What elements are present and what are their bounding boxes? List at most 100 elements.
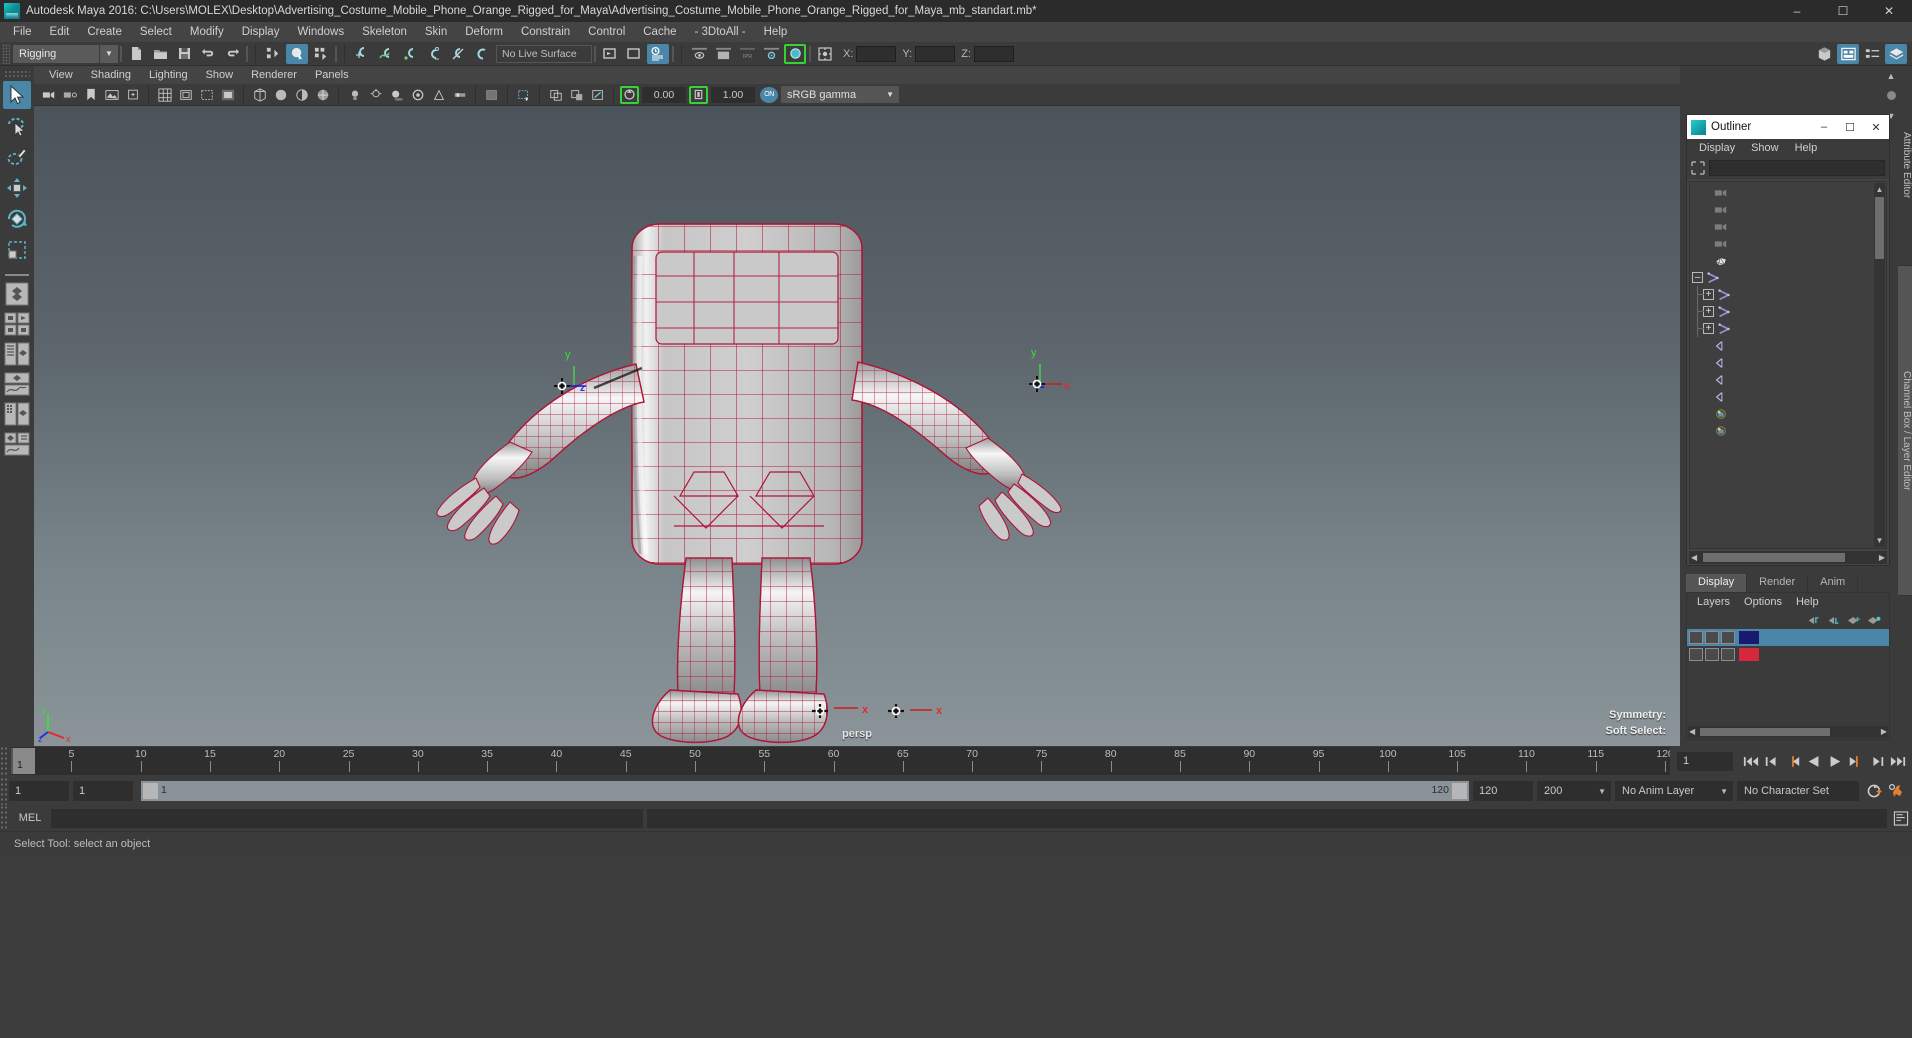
use-all-lights-icon[interactable] [366, 86, 385, 104]
gamma-icon[interactable] [689, 86, 708, 104]
motion-blur-icon[interactable] [450, 86, 469, 104]
menu-deform[interactable]: Deform [456, 24, 512, 40]
go-to-end-icon[interactable] [1888, 751, 1907, 771]
outliner-item-ikhandle4[interactable] [1692, 388, 1873, 405]
layer-playback-toggle[interactable] [1705, 631, 1719, 644]
menu-skeleton[interactable]: Skeleton [353, 24, 416, 40]
outliner-maximize-button[interactable]: ☐ [1837, 115, 1863, 139]
range-right-handle[interactable] [1452, 783, 1467, 799]
current-frame-field[interactable]: 1 [1677, 752, 1733, 771]
menu-edit[interactable]: Edit [41, 24, 79, 40]
exposure-icon[interactable] [620, 86, 639, 104]
outliner-item-hipbone[interactable]: – [1692, 269, 1873, 286]
range-end-field[interactable]: 120 [1473, 781, 1533, 801]
bookmark-icon[interactable] [81, 86, 100, 104]
layer-color-swatch[interactable] [1739, 648, 1759, 661]
menu-help[interactable]: Help [755, 24, 797, 40]
outliner-item-persp[interactable] [1692, 184, 1873, 201]
panel-menu-view[interactable]: View [40, 68, 82, 82]
layer-playback-toggle[interactable] [1705, 648, 1719, 661]
scroll-left-icon[interactable]: ◀ [1691, 553, 1697, 562]
scroll-down-icon[interactable]: ▼ [1875, 535, 1884, 546]
snap-to-curve-icon[interactable] [375, 44, 397, 64]
layer-color-swatch[interactable] [1739, 631, 1759, 644]
vertical-tab-channel-box-layer-editor[interactable]: Channel Box / Layer Editor [1898, 266, 1912, 596]
script-editor-icon[interactable] [1890, 808, 1912, 828]
xray-joints-icon[interactable] [514, 86, 533, 104]
layer-tab-anim[interactable]: Anim [1808, 574, 1858, 592]
use-default-lighting-icon[interactable] [345, 86, 364, 104]
anim-layer-dropdown[interactable]: No Anim Layer ▼ [1615, 781, 1733, 801]
layer-row[interactable] [1687, 629, 1889, 646]
exposure-value[interactable]: 0.00 [642, 87, 686, 103]
undo-icon[interactable] [197, 44, 219, 64]
menu-cache[interactable]: Cache [634, 24, 685, 40]
layer-list[interactable] [1687, 629, 1889, 663]
show-layer-editor-icon[interactable] [1885, 44, 1907, 64]
persp-graph-layout-icon[interactable] [4, 372, 30, 398]
anim-start-field[interactable]: 1 [9, 781, 69, 801]
render-settings-icon[interactable] [647, 44, 669, 64]
tree-expander[interactable]: + [1703, 289, 1714, 300]
outliner-menu-help[interactable]: Help [1787, 141, 1826, 155]
viewport-blank-icon[interactable] [712, 44, 734, 64]
anti-alias-icon[interactable] [429, 86, 448, 104]
go-to-start-icon[interactable] [1741, 751, 1760, 771]
show-modeling-toolkit-icon[interactable] [1813, 44, 1835, 64]
close-button[interactable]: ✕ [1866, 0, 1912, 22]
filter-icon[interactable] [1691, 161, 1705, 175]
two-d-pan-zoom-icon[interactable] [123, 86, 142, 104]
step-back-frame-icon[interactable] [1783, 751, 1802, 771]
color-management-toggle[interactable]: ON [760, 87, 778, 103]
menuset-dropdown-arrow[interactable]: ▼ [100, 45, 118, 63]
time-slider-gripper[interactable] [0, 746, 9, 776]
hypershade-persp-layout-icon[interactable] [4, 402, 30, 428]
range-start-field[interactable]: 1 [73, 781, 133, 801]
panel-menu-panels[interactable]: Panels [306, 68, 358, 82]
tree-expander[interactable]: + [1703, 306, 1714, 317]
scroll-left-icon[interactable]: ◀ [1689, 727, 1695, 736]
step-forward-key-icon[interactable] [1867, 751, 1886, 771]
select-by-component-type-icon[interactable] [310, 44, 332, 64]
range-left-handle[interactable] [143, 783, 158, 799]
anim-end-field[interactable]: 200 ▼ [1537, 781, 1611, 801]
menu-create[interactable]: Create [78, 24, 131, 40]
y-input[interactable] [915, 46, 955, 62]
z-input[interactable] [974, 46, 1014, 62]
persp-graph-outliner-layout-icon[interactable] [4, 432, 30, 458]
layer-display-type-toggle[interactable] [1721, 631, 1735, 644]
outliner-item-spine1[interactable]: + [1692, 303, 1873, 320]
gamma-value[interactable]: 1.00 [711, 87, 755, 103]
xray-icon[interactable] [482, 86, 501, 104]
film-gate-icon[interactable] [176, 86, 195, 104]
grid-icon[interactable] [155, 86, 174, 104]
outliner-item-ikhandle3[interactable] [1692, 371, 1873, 388]
command-language-label[interactable]: MEL [9, 812, 51, 824]
camera-attributes-icon[interactable] [60, 86, 79, 104]
shaded-wireframe-icon[interactable] [313, 86, 332, 104]
open-scene-icon[interactable] [149, 44, 171, 64]
make-live-icon[interactable] [471, 44, 493, 64]
smooth-shade-selected-icon[interactable] [292, 86, 311, 104]
menu-select[interactable]: Select [131, 24, 181, 40]
play-backwards-icon[interactable] [1804, 751, 1823, 771]
select-by-object-type-icon[interactable] [286, 44, 308, 64]
move-layer-down-icon[interactable] [1827, 615, 1841, 626]
show-attribute-editor-icon[interactable] [1837, 44, 1859, 64]
scale-tool-icon[interactable] [3, 236, 31, 264]
menu-3dtoall[interactable]: - 3DtoAll - [686, 24, 755, 40]
layer-menu-layers[interactable]: Layers [1690, 595, 1737, 609]
show-channel-box-icon[interactable] [1861, 44, 1883, 64]
ambient-occlusion-icon[interactable] [408, 86, 427, 104]
outliner-search-input[interactable] [1709, 160, 1885, 176]
redo-icon[interactable] [221, 44, 243, 64]
outliner-vertical-scrollbar[interactable]: ▲ ▼ [1874, 183, 1885, 547]
x-input[interactable] [856, 46, 896, 62]
scroll-thumb[interactable] [1703, 553, 1845, 562]
outliner-close-button[interactable]: ✕ [1863, 115, 1889, 139]
scroll-thumb[interactable] [1700, 728, 1830, 736]
ipr-render-icon[interactable]: IPR [736, 44, 758, 64]
select-by-hierarchy-icon[interactable] [262, 44, 284, 64]
tree-expander[interactable]: – [1692, 272, 1703, 283]
snap-to-grid-icon[interactable] [351, 44, 373, 64]
